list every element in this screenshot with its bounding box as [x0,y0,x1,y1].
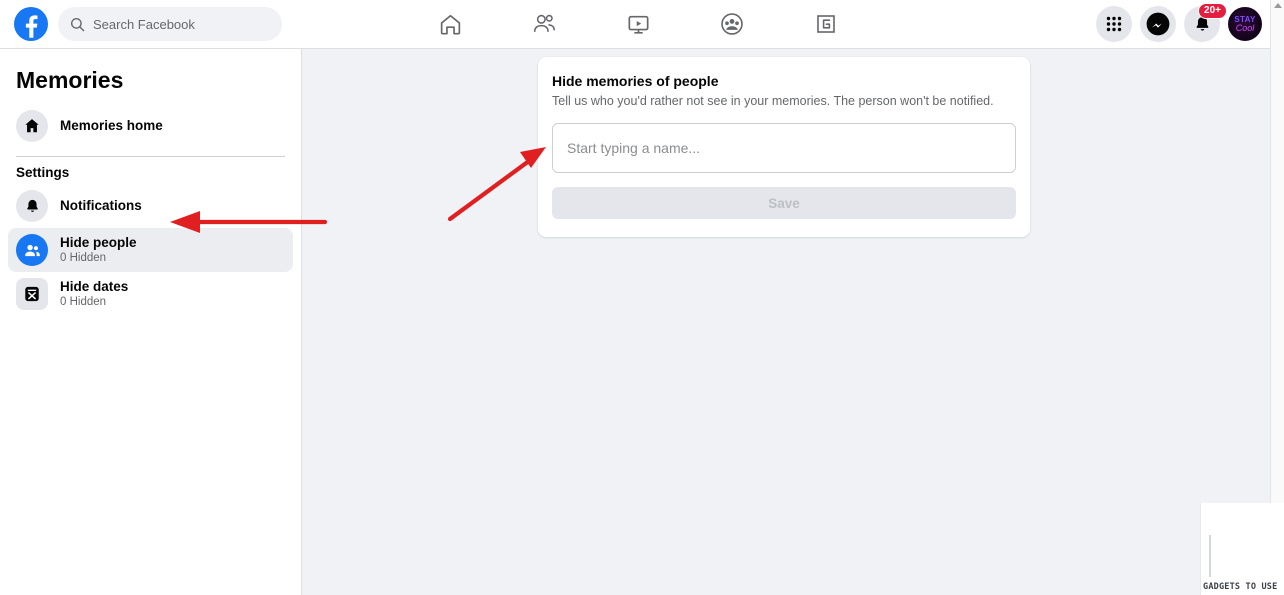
avatar[interactable]: STAY Cool [1228,7,1262,41]
save-button[interactable]: Save [552,187,1016,219]
search-input[interactable]: Search Facebook [58,7,282,41]
home-filled-icon [16,110,48,142]
notifications-button[interactable]: 20+ [1184,3,1227,42]
top-navigation-bar: Search Facebook 20+ STAY Cool [0,0,1284,49]
topbar-nav-group [398,0,878,48]
watermark: GADGETS TO USE [1200,503,1284,595]
sidebar-item-notifications[interactable]: Notifications [8,184,293,228]
search-placeholder-text: Search Facebook [93,16,195,32]
card-subtitle: Tell us who you'd rather not see in your… [552,94,994,108]
topbar-left-group: Search Facebook [0,7,282,41]
topbar-right-group: 20+ STAY Cool [1096,0,1262,48]
grid-menu-icon[interactable] [1096,6,1132,42]
sidebar-item-memories-home[interactable]: Memories home [8,104,293,148]
facebook-logo-icon[interactable] [14,7,48,41]
sidebar-divider [16,156,285,157]
sidebar-item-hide-people[interactable]: Hide people 0 Hidden [8,228,293,272]
search-icon [70,17,85,31]
sidebar-hide-dates-text: Hide dates 0 Hidden [60,279,128,309]
notifications-badge: 20+ [1198,3,1227,19]
sidebar-item-sublabel: 0 Hidden [60,296,107,308]
nav-groups-icon[interactable] [704,3,760,45]
sidebar-item-label: Hide dates [60,279,129,294]
sidebar-hide-people-text: Hide people 0 Hidden [60,235,137,265]
sidebar-section-settings: Settings [16,165,70,180]
calendar-x-icon [16,278,48,310]
page-title: Memories [16,67,124,93]
sidebar-item-label: Hide people [60,235,137,250]
sidebar-item-label: Memories home [60,118,163,133]
nav-watch-icon[interactable] [610,3,666,45]
nav-gaming-icon[interactable] [798,3,854,45]
sidebar-notifications-text: Notifications [60,198,142,214]
hide-memories-of-people-card: Hide memories of people Tell us who you'… [538,57,1030,237]
nav-home-icon[interactable] [422,3,478,45]
sidebar-item-label: Notifications [60,198,142,213]
card-title: Hide memories of people [552,73,719,89]
sidebar-home-text: Memories home [60,118,163,134]
watermark-accent-bar [1209,535,1211,577]
scroll-up-arrow-icon[interactable] [1274,3,1282,8]
avatar-line2: Cool [1235,22,1255,33]
sidebar-item-hide-dates[interactable]: Hide dates 0 Hidden [8,272,293,316]
messenger-icon[interactable] [1140,6,1176,42]
memories-sidebar: Memories Memories home Settings Notifica… [0,49,302,595]
sidebar-item-sublabel: 0 Hidden [60,252,107,264]
watermark-text: GADGETS TO USE [1203,582,1278,592]
facebook-memories-settings-page: Search Facebook 20+ STAY Cool Memories M… [0,0,1284,595]
nav-friends-icon[interactable] [516,3,572,45]
people-filled-icon [16,234,48,266]
name-search-input[interactable] [552,123,1016,173]
main-content-area: Hide memories of people Tell us who you'… [302,49,1284,595]
bell-filled-icon [16,190,48,222]
